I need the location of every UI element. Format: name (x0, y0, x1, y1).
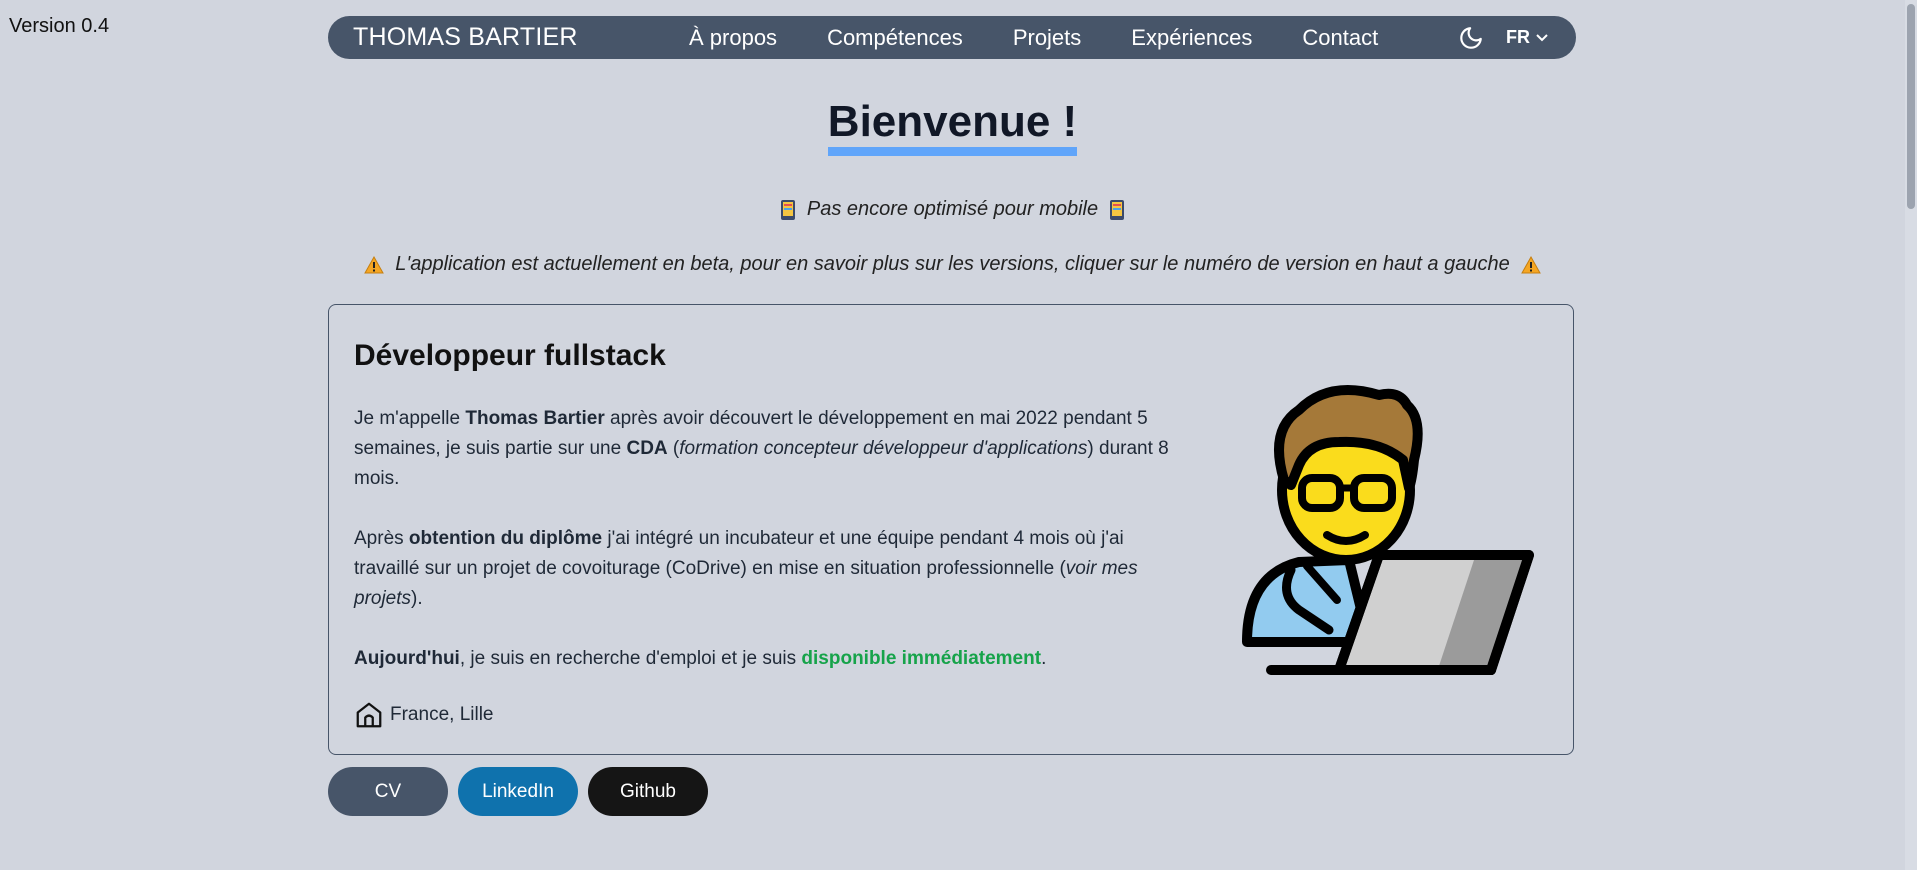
text: ). (411, 588, 423, 609)
nav-link-about[interactable]: À propos (689, 25, 777, 51)
scrollbar-thumb[interactable] (1907, 4, 1915, 209)
mobile-notice: Pas encore optimisé pour mobile (0, 198, 1905, 221)
nav-link-experiences[interactable]: Expériences (1131, 25, 1252, 51)
availability-highlight: disponible immédiatement (801, 648, 1042, 669)
nav-link-skills[interactable]: Compétences (827, 25, 963, 51)
version-link[interactable]: Version 0.4 (9, 15, 109, 38)
text: Après (354, 528, 409, 549)
language-selector[interactable]: FR (1506, 27, 1548, 48)
mobile-phone-icon (1110, 199, 1125, 220)
nav-links: À propos Compétences Projets Expériences… (689, 25, 1428, 51)
cda-full-name: formation concepteur développeur d'appli… (679, 438, 1088, 459)
cv-button[interactable]: CV (328, 767, 448, 816)
moon-icon[interactable] (1458, 25, 1484, 51)
warning-icon (364, 255, 384, 274)
text: . (1041, 648, 1047, 669)
linkedin-button[interactable]: LinkedIn (458, 767, 578, 816)
today-highlight: Aujourd'hui (354, 648, 460, 669)
brand-name[interactable]: THOMAS BARTIER (353, 23, 653, 52)
language-label: FR (1506, 27, 1530, 47)
chevron-down-icon (1536, 33, 1548, 41)
navbar: THOMAS BARTIER À propos Compétences Proj… (328, 16, 1576, 59)
mobile-phone-icon (780, 199, 795, 220)
home-icon (356, 702, 382, 728)
title-wrap: Bienvenue ! (0, 97, 1905, 156)
scrollbar[interactable] (1905, 0, 1917, 870)
action-buttons: CV LinkedIn Github (328, 767, 718, 816)
developer-illustration (1242, 385, 1534, 675)
text: Je m'appelle (354, 408, 466, 429)
beta-notice-text: L'application est actuellement en beta, … (395, 253, 1510, 275)
diploma-highlight: obtention du diplôme (408, 528, 603, 549)
intro-paragraph-2: Après obtention du diplôme j'ai intégré … (354, 524, 1174, 614)
location: France, Lille (354, 700, 494, 730)
name-highlight: Thomas Bartier (465, 408, 605, 429)
nav-link-projects[interactable]: Projets (1013, 25, 1081, 51)
nav-right: FR (1458, 25, 1548, 51)
warning-icon (1521, 255, 1541, 274)
page-title: Bienvenue ! (827, 97, 1078, 156)
location-text: France, Lille (390, 704, 494, 725)
nav-link-contact[interactable]: Contact (1302, 25, 1378, 51)
intro-text: Je m'appelle Thomas Bartier après avoir … (354, 404, 1174, 704)
beta-notice: L'application est actuellement en beta, … (0, 253, 1905, 276)
github-button[interactable]: Github (588, 767, 708, 816)
text: ( (667, 438, 680, 459)
card-title: Développeur fullstack (354, 339, 666, 372)
cda-highlight: CDA (626, 438, 668, 459)
intro-paragraph-3: Aujourd'hui, je suis en recherche d'empl… (354, 644, 1174, 674)
text: , je suis en recherche d'emploi et je su… (459, 648, 802, 669)
intro-paragraph-1: Je m'appelle Thomas Bartier après avoir … (354, 404, 1174, 494)
mobile-notice-text: Pas encore optimisé pour mobile (806, 198, 1099, 220)
intro-card: Développeur fullstack Je m'appelle Thoma… (328, 304, 1574, 755)
